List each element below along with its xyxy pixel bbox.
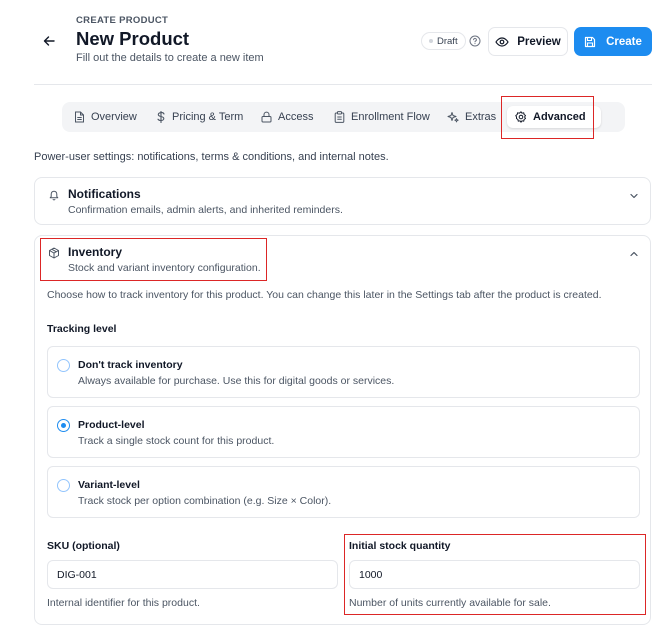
tab-extras[interactable]: Extras: [447, 106, 496, 128]
tracking-level-label: Tracking level: [47, 323, 117, 335]
tab-label: Advanced: [533, 111, 586, 123]
stock-quantity-label: Initial stock quantity: [349, 540, 451, 552]
preview-button-label: Preview: [517, 35, 561, 48]
back-button[interactable]: [38, 30, 60, 52]
stock-quantity-input[interactable]: [349, 560, 640, 589]
chevron-down-icon[interactable]: [629, 191, 639, 201]
notifications-card[interactable]: Notifications Confirmation emails, admin…: [34, 177, 651, 225]
option-variant-level[interactable]: Variant-level Track stock per option com…: [47, 466, 640, 518]
tab-pricing-term[interactable]: Pricing & Term: [156, 106, 243, 128]
sparkles-icon: [447, 112, 459, 123]
notifications-title: Notifications: [68, 187, 141, 201]
dollar-icon: [157, 111, 165, 123]
status-badge: Draft: [421, 32, 466, 50]
inventory-description: Stock and variant inventory configuratio…: [68, 262, 261, 274]
lock-icon: [261, 111, 272, 123]
header-divider: [34, 84, 652, 85]
option-description: Always available for purchase. Use this …: [78, 375, 395, 387]
option-title: Variant-level: [78, 479, 140, 491]
status-dot: [429, 39, 433, 43]
section-intro: Power-user settings: notifications, term…: [34, 151, 389, 163]
page-subtitle: Fill out the details to create a new ite…: [76, 52, 264, 64]
option-description: Track a single stock count for this prod…: [78, 435, 275, 447]
inventory-title: Inventory: [68, 245, 123, 259]
arrow-left-icon: [43, 36, 55, 46]
inventory-body-text: Choose how to track inventory for this p…: [47, 289, 602, 301]
sku-label: SKU (optional): [47, 540, 120, 552]
stock-quantity-help-text: Number of units currently available for …: [349, 597, 551, 609]
save-icon: [584, 36, 596, 47]
preview-button[interactable]: Preview: [488, 27, 568, 56]
radio-variant-level[interactable]: [57, 479, 70, 492]
package-icon: [48, 247, 60, 259]
page-title: New Product: [76, 28, 190, 49]
tab-overview[interactable]: Overview: [74, 106, 137, 128]
page-eyebrow: CREATE PRODUCT: [76, 15, 169, 26]
eye-icon: [495, 36, 509, 47]
tab-label: Access: [278, 111, 314, 123]
create-button-label: Create: [606, 35, 642, 48]
sku-input[interactable]: [47, 560, 338, 589]
tab-bar: Overview Pricing & Term Access Enrollmen…: [62, 102, 625, 132]
option-title: Product-level: [78, 419, 145, 431]
tab-label: Pricing & Term: [172, 111, 244, 123]
option-dont-track[interactable]: Don't track inventory Always available f…: [47, 346, 640, 398]
radio-dont-track[interactable]: [57, 359, 70, 372]
create-button[interactable]: Create: [574, 27, 652, 56]
chevron-up-icon[interactable]: [629, 249, 639, 259]
notifications-description: Confirmation emails, admin alerts, and i…: [68, 204, 343, 216]
tab-advanced[interactable]: Advanced: [507, 106, 601, 128]
document-icon: [75, 111, 84, 123]
tab-access[interactable]: Access: [261, 106, 313, 128]
help-icon[interactable]: [469, 35, 481, 47]
gear-icon: [515, 111, 526, 123]
option-description: Track stock per option combination (e.g.…: [78, 495, 332, 507]
tab-label: Overview: [91, 111, 137, 123]
radio-product-level[interactable]: [57, 419, 70, 432]
option-title: Don't track inventory: [78, 359, 183, 371]
option-product-level[interactable]: Product-level Track a single stock count…: [47, 406, 640, 458]
tab-label: Enrollment Flow: [351, 111, 430, 123]
status-badge-label: Draft: [437, 35, 458, 47]
clipboard-icon: [334, 111, 345, 123]
bell-icon: [48, 189, 60, 201]
tab-label: Extras: [465, 111, 497, 123]
tab-enrollment-flow[interactable]: Enrollment Flow: [334, 106, 430, 128]
sku-help-text: Internal identifier for this product.: [47, 597, 200, 609]
